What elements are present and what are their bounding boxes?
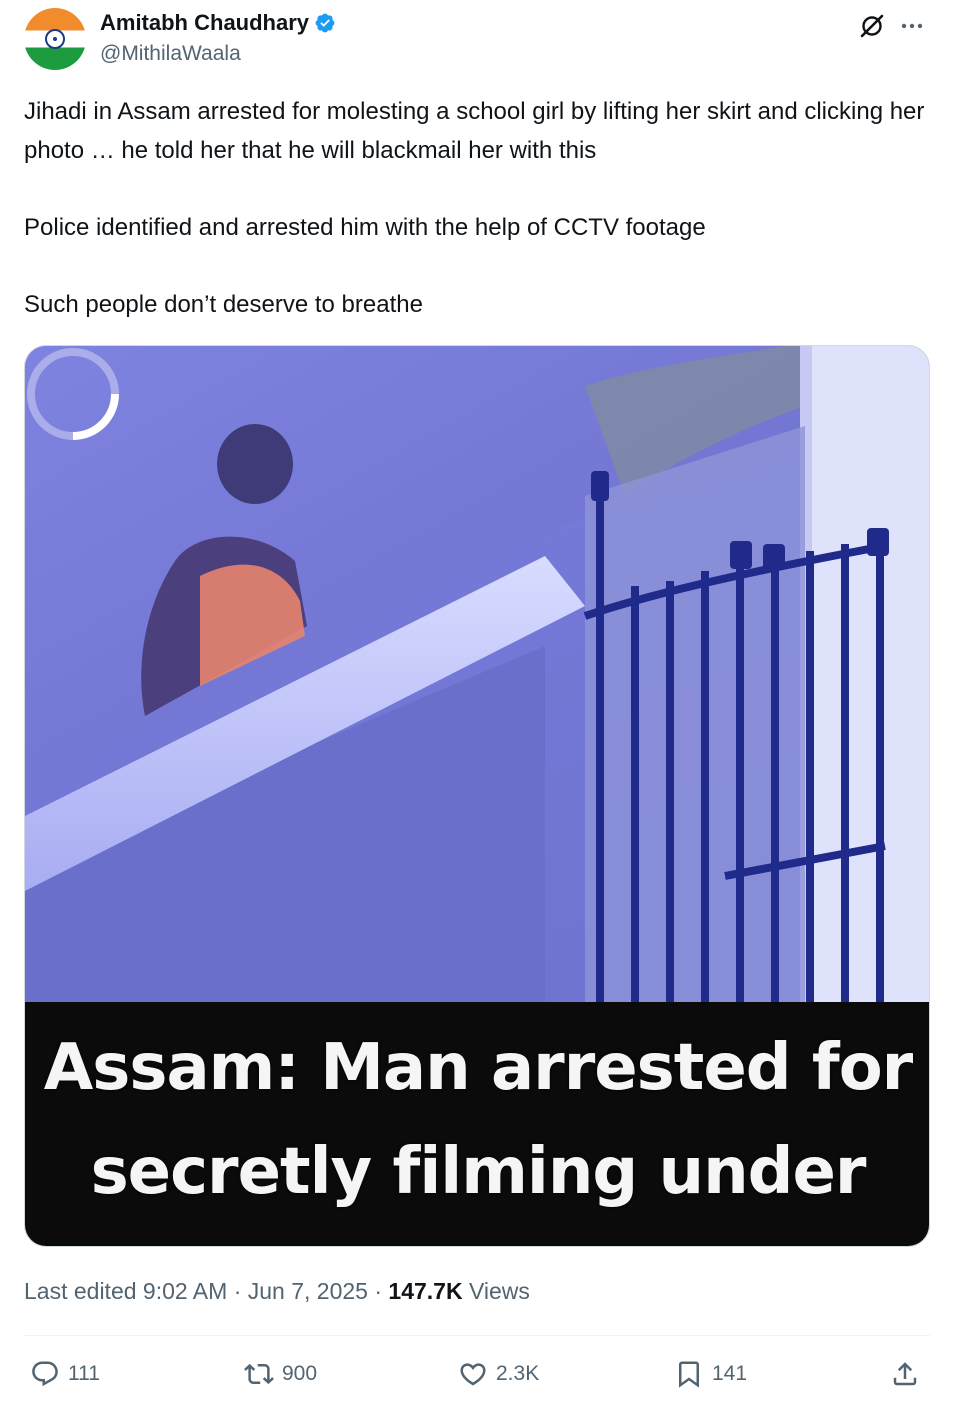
reply-count: 111 bbox=[68, 1362, 100, 1385]
tweet-actions: 111 900 2.3K 141 bbox=[24, 1352, 930, 1396]
grok-icon[interactable] bbox=[858, 12, 886, 40]
like-button[interactable]: 2.3K bbox=[458, 1352, 539, 1396]
divider bbox=[24, 1335, 930, 1336]
repost-button[interactable]: 900 bbox=[244, 1352, 317, 1396]
tweet-meta: Last edited 9:02 AM · Jun 7, 2025 · 147.… bbox=[24, 1278, 530, 1305]
ashoka-chakra-icon bbox=[45, 29, 65, 49]
tweet-paragraph: Jihadi in Assam arrested for molesting a… bbox=[24, 98, 932, 164]
share-icon bbox=[893, 1362, 917, 1386]
video-caption-line: secretly filming under bbox=[90, 1135, 867, 1209]
repost-count: 900 bbox=[282, 1362, 318, 1385]
reply-button[interactable]: 111 bbox=[30, 1352, 100, 1396]
reply-icon bbox=[32, 1361, 58, 1387]
repost-icon bbox=[244, 1363, 274, 1385]
author-display-name[interactable]: Amitabh Chaudhary bbox=[100, 10, 309, 36]
cctv-scene-illustration bbox=[25, 346, 929, 1002]
tweet-paragraph: Police identified and arrested him with … bbox=[24, 214, 706, 241]
video-frame bbox=[25, 346, 929, 1002]
tweet-header: Amitabh Chaudhary @MithilaWaala bbox=[24, 8, 930, 74]
tweet-paragraph: Such people don’t deserve to breathe bbox=[24, 291, 423, 318]
views-label: Views bbox=[462, 1278, 530, 1304]
last-edited-timestamp[interactable]: Last edited 9:02 AM · Jun 7, 2025 · bbox=[24, 1278, 388, 1304]
verified-badge-icon[interactable] bbox=[314, 12, 336, 34]
more-options-icon[interactable] bbox=[898, 12, 926, 40]
bookmark-button[interactable]: 141 bbox=[674, 1352, 747, 1396]
bookmark-count: 141 bbox=[712, 1362, 748, 1385]
video-caption-band: Assam: Man arrested for secretly filming… bbox=[25, 1002, 929, 1246]
india-flag-avatar[interactable] bbox=[24, 8, 86, 70]
tweet-body: Jihadi in Assam arrested for molesting a… bbox=[24, 92, 934, 324]
loading-spinner-icon bbox=[27, 348, 119, 440]
like-count: 2.3K bbox=[496, 1362, 540, 1385]
video-caption: Assam: Man arrested for secretly filming… bbox=[25, 1016, 929, 1224]
video-caption-line: Assam: Man arrested for bbox=[43, 1031, 913, 1105]
author-handle[interactable]: @MithilaWaala bbox=[100, 42, 241, 66]
heart-icon bbox=[460, 1363, 486, 1386]
video-player[interactable]: Assam: Man arrested for secretly filming… bbox=[24, 345, 930, 1247]
share-button[interactable] bbox=[890, 1352, 920, 1396]
views-count: 147.7K bbox=[388, 1278, 463, 1304]
bookmark-icon bbox=[679, 1361, 699, 1388]
author-name-row: Amitabh Chaudhary bbox=[100, 10, 336, 36]
